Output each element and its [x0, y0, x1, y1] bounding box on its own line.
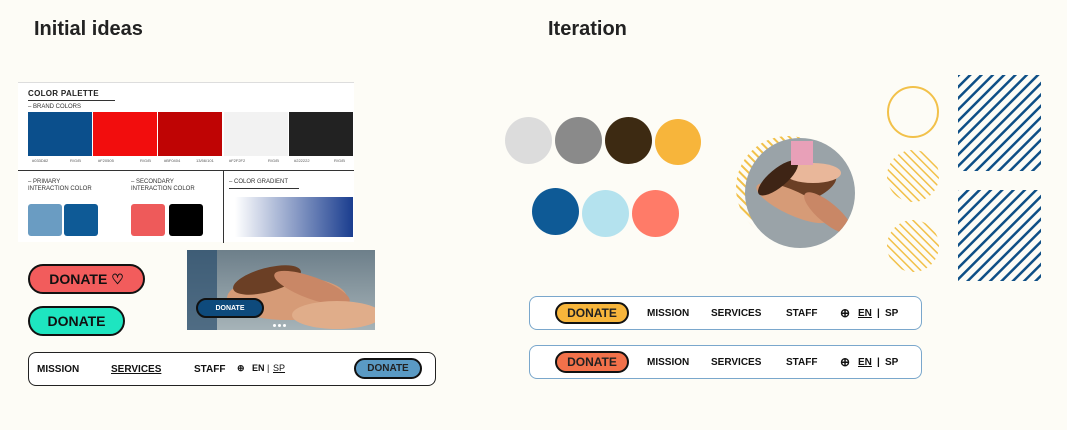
- brand-rgb-5: R/G/B: [334, 158, 345, 163]
- color-circle-blue: [532, 188, 579, 235]
- nav-services[interactable]: SERVICES: [111, 364, 161, 375]
- initial-nav-bar: MISSION SERVICES STAFF ⊕ EN | SP DONATE: [28, 352, 436, 386]
- color-circle-brown: [605, 117, 652, 164]
- gradient-label: – COLOR GRADIENT: [229, 179, 299, 189]
- nav-donate-button[interactable]: DONATE: [354, 358, 422, 379]
- nav2-staff[interactable]: STAFF: [786, 357, 817, 368]
- color-palette-card: COLOR PALETTE – BRAND COLORS #033D82 R/G…: [18, 82, 354, 243]
- brand-swatch-1: [28, 112, 92, 156]
- color-circle-gray: [555, 117, 602, 164]
- primary-swatch-2: [64, 204, 98, 236]
- nav-staff[interactable]: STAFF: [194, 364, 225, 375]
- brand-code-2: #F20505: [98, 158, 114, 163]
- brand-rgb-4: R/G/B: [268, 158, 279, 163]
- donate-red-button[interactable]: DONATE ♡: [28, 264, 145, 294]
- nav1-mission[interactable]: MISSION: [647, 308, 689, 319]
- nav1-services[interactable]: SERVICES: [711, 308, 761, 319]
- brand-code-1: #033D82: [32, 158, 49, 163]
- palette-divider: [18, 170, 354, 171]
- nav2-lang-en[interactable]: EN: [858, 357, 872, 368]
- lang-en[interactable]: EN: [252, 363, 265, 373]
- brand-swatch-2: [93, 112, 157, 156]
- nav1-staff[interactable]: STAFF: [786, 308, 817, 319]
- nav2-lang-separator: |: [877, 357, 880, 368]
- primary-interaction-label: – PRIMARY INTERACTION COLOR: [28, 179, 92, 192]
- color-gradient-swatch: [235, 197, 353, 237]
- brand-code-4: #F2F2F2: [229, 158, 246, 163]
- hands-photo-banner: DONATE: [187, 250, 375, 330]
- blue-stripe-patterns: [958, 75, 1041, 281]
- brand-swatch-3: [158, 112, 222, 156]
- color-circle-coral: [632, 190, 679, 237]
- color-circle-light-gray: [505, 117, 552, 164]
- brand-rgb-3: 13/56/101: [196, 158, 214, 163]
- secondary-swatch-1: [131, 204, 165, 236]
- color-circle-light-blue: [582, 190, 629, 237]
- globe-icon[interactable]: ⊕: [840, 355, 850, 369]
- photo-donate-button[interactable]: DONATE: [196, 298, 264, 318]
- color-circle-yellow: [655, 119, 701, 165]
- palette-divider-vertical: [223, 170, 224, 243]
- globe-icon[interactable]: ⊕: [237, 363, 245, 374]
- yellow-circle-patterns: [887, 86, 939, 272]
- secondary-interaction-label: – SECONDARY INTERACTION COLOR: [131, 179, 195, 192]
- palette-title: COLOR PALETTE: [28, 89, 115, 101]
- brand-swatch-5: [289, 112, 353, 156]
- heading-iteration: Iteration: [548, 18, 627, 40]
- nav1-lang-sp[interactable]: SP: [885, 308, 898, 319]
- brand-rgb-2: R/G/B: [140, 158, 151, 163]
- primary-swatch-1: [28, 204, 62, 236]
- lang-sp[interactable]: SP: [273, 363, 285, 373]
- heading-initial-ideas: Initial ideas: [34, 18, 143, 40]
- nav1-donate-button[interactable]: DONATE: [555, 302, 629, 324]
- iteration-nav-bar-2: DONATE MISSION SERVICES STAFF ⊕ EN | SP: [529, 345, 922, 379]
- secondary-swatch-2: [169, 204, 203, 236]
- nav2-lang-sp[interactable]: SP: [885, 357, 898, 368]
- carousel-dots[interactable]: [273, 324, 289, 327]
- globe-icon[interactable]: ⊕: [840, 306, 850, 320]
- brand-code-3: #BF0404: [164, 158, 181, 163]
- lang-separator: |: [267, 363, 270, 373]
- hands-illustration: [187, 250, 375, 330]
- iteration-nav-bar-1: DONATE MISSION SERVICES STAFF ⊕ EN | SP: [529, 296, 922, 330]
- nav2-donate-button[interactable]: DONATE: [555, 351, 629, 373]
- nav2-mission[interactable]: MISSION: [647, 357, 689, 368]
- nav1-lang-separator: |: [877, 308, 880, 319]
- brand-rgb-1: R/G/B: [70, 158, 81, 163]
- brand-code-5: #222222: [294, 158, 310, 163]
- nav1-lang-en[interactable]: EN: [858, 308, 872, 319]
- donate-teal-button[interactable]: DONATE: [28, 306, 125, 336]
- brand-colors-label: – BRAND COLORS: [28, 104, 82, 110]
- nav2-services[interactable]: SERVICES: [711, 357, 761, 368]
- brand-swatch-4: [224, 112, 288, 156]
- nav-mission[interactable]: MISSION: [37, 364, 79, 375]
- circular-hands-photo: [736, 136, 855, 248]
